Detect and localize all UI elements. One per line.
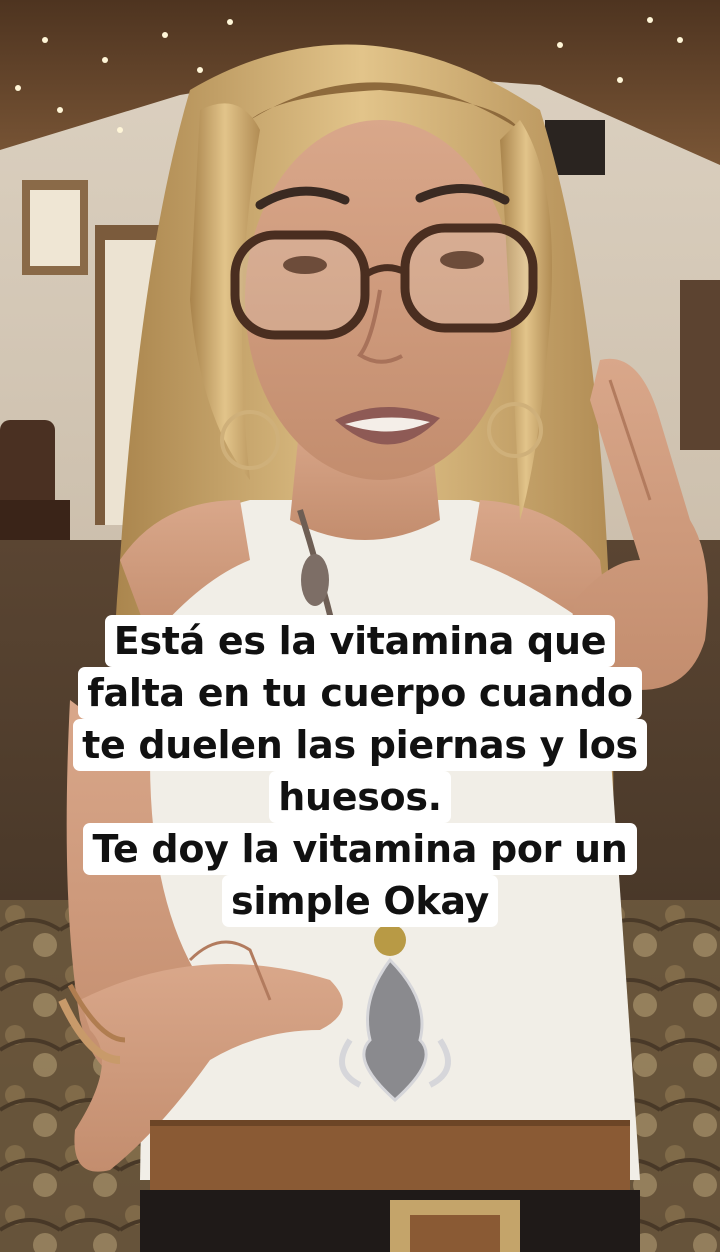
caption-line: Te doy la vitamina por un	[83, 823, 637, 875]
story-frame: Está es la vitamina que falta en tu cuer…	[0, 0, 720, 1252]
caption-line: simple Okay	[222, 875, 498, 927]
caption-line: Está es la vitamina que	[104, 615, 616, 667]
caption-line: huesos.	[269, 771, 451, 823]
caption-line: te duelen las piernas y los	[73, 719, 647, 771]
caption-line: falta en tu cuerpo cuando	[78, 667, 642, 719]
caption-overlay: Está es la vitamina que falta en tu cuer…	[0, 615, 720, 927]
